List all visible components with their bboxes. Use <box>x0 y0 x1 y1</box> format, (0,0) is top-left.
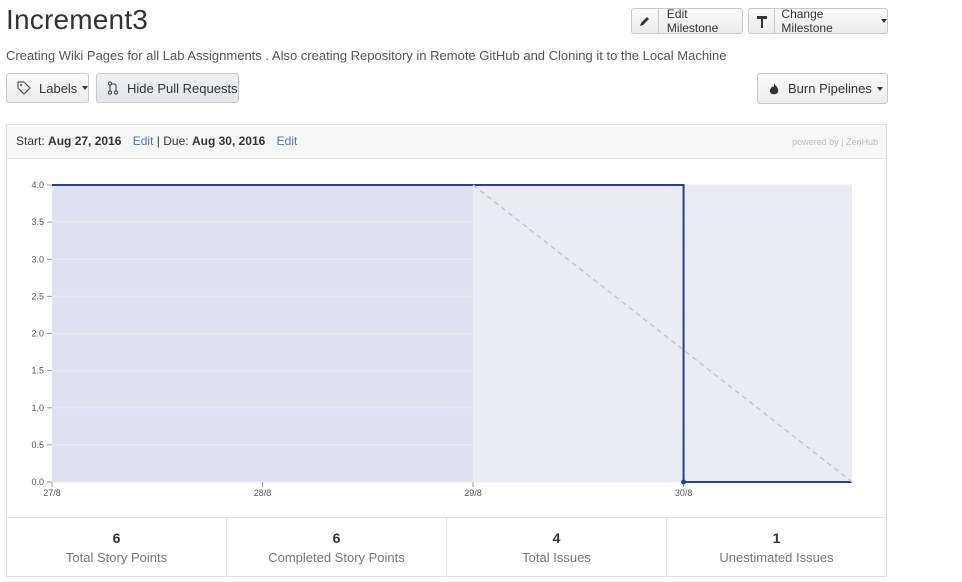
burn-pipelines-label: Burn Pipelines <box>788 81 872 96</box>
stat-value: 4 <box>552 530 561 546</box>
milestone-dates-bar: Start: Aug 27, 2016 Edit | Due: Aug 30, … <box>7 125 886 159</box>
stat-value: 6 <box>112 530 121 546</box>
edit-due-link[interactable]: Edit <box>277 134 298 148</box>
edit-milestone-label: Edit Milestone <box>666 7 719 35</box>
y-tick-label: 1.5 <box>31 366 44 376</box>
start-label: Start: <box>16 134 45 148</box>
signpost-icon <box>749 14 774 28</box>
change-milestone-button[interactable]: Change Milestone <box>748 7 888 35</box>
change-milestone-label: Change Milestone <box>781 7 833 35</box>
due-date: Aug 30, 2016 <box>191 134 266 148</box>
x-tick-label: 30/8 <box>675 488 693 498</box>
data-point <box>681 479 687 485</box>
y-tick-label: 2.0 <box>31 329 44 339</box>
stat-cell: 4 Total Issues <box>447 518 667 577</box>
edit-milestone-button[interactable]: Edit Milestone <box>631 7 743 35</box>
chevron-down-icon <box>881 19 887 23</box>
chevron-down-icon <box>876 86 883 91</box>
edit-start-link[interactable]: Edit <box>133 134 154 148</box>
y-tick-label: 1.0 <box>31 403 44 413</box>
date-divider: | <box>156 134 160 148</box>
x-tick-label: 28/8 <box>254 488 272 498</box>
y-tick-label: 3.5 <box>31 217 44 227</box>
labels-label: Labels <box>39 80 78 96</box>
y-tick-label: 4.0 <box>31 180 44 190</box>
due-label: Due: <box>163 134 189 148</box>
y-tick-label: 2.5 <box>31 291 44 301</box>
x-tick-label: 29/8 <box>464 488 482 498</box>
milestone-title: Increment3 <box>6 4 149 35</box>
stats-row: 6 Total Story Points 6 Completed Story Poin… <box>7 517 886 577</box>
pull-request-icon <box>107 81 119 95</box>
burndown-chart: 0.0 0.5 1.0 1.5 2.0 2.5 3.0 3.5 4.0 27/8 28/8 29/8 3… <box>31 180 853 498</box>
burn-pipelines-button[interactable]: Burn Pipelines <box>757 73 888 104</box>
y-tick-label: 0.5 <box>31 440 44 450</box>
chevron-down-icon <box>82 86 89 90</box>
stat-value: 6 <box>332 530 341 546</box>
y-tick-label: 3.0 <box>31 254 44 264</box>
hide-pull-requests-label: Hide Pull Requests <box>127 80 238 96</box>
labels-button[interactable]: Labels <box>6 73 89 103</box>
milestone-description: Creating Wiki Pages for all Lab Assignme… <box>6 48 727 63</box>
powered-by-zenhub[interactable]: powered by | ZenHub <box>792 137 878 147</box>
flame-icon <box>768 82 780 96</box>
stat-label: Completed Story Points <box>268 550 405 565</box>
stat-label: Total Issues <box>522 550 591 565</box>
stat-cell: 1 Unestimated Issues <box>667 518 886 577</box>
hide-pull-requests-button[interactable]: Hide Pull Requests <box>96 73 239 103</box>
x-tick-label: 27/8 <box>43 488 61 498</box>
stat-label: Total Story Points <box>65 550 168 565</box>
stat-label: Unestimated Issues <box>719 550 834 565</box>
tag-icon <box>17 81 31 95</box>
pencil-icon <box>632 15 658 27</box>
stat-cell: 6 Total Story Points <box>7 518 227 577</box>
burndown-panel: Start: Aug 27, 2016 Edit | Due: Aug 30, … <box>6 124 887 577</box>
start-date: Aug 27, 2016 <box>48 134 122 148</box>
stat-cell: 6 Completed Story Points <box>227 518 447 577</box>
y-tick-label: 0.0 <box>31 477 44 487</box>
stat-value: 1 <box>772 530 781 546</box>
